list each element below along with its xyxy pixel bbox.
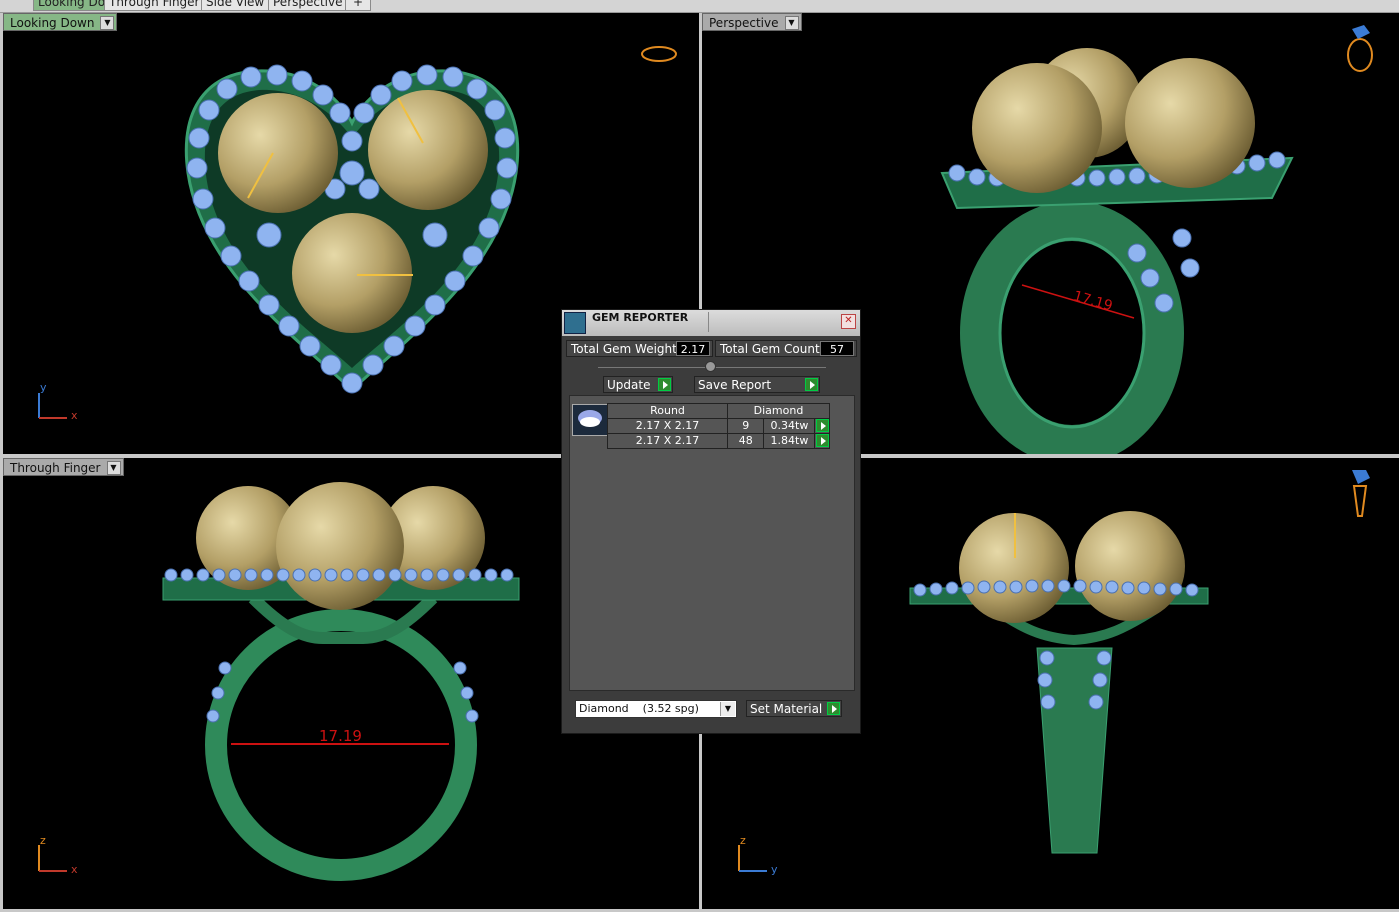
ring-orientation-icon	[1347, 38, 1373, 72]
gem-size: 2.17 X 2.17	[607, 433, 728, 449]
round-gem-icon	[572, 404, 608, 436]
header-shape: Round	[607, 403, 728, 419]
play-icon	[805, 378, 818, 391]
table-row[interactable]: 2.17 X 2.17 9 0.34tw	[607, 418, 830, 434]
tab-side-view[interactable]: Side View	[201, 0, 270, 11]
play-icon	[827, 702, 840, 715]
dimension-label: 17.19	[319, 727, 362, 745]
close-icon[interactable]: ✕	[841, 314, 856, 329]
chevron-down-icon[interactable]: ▼	[784, 16, 799, 30]
viewport-label-through-finger[interactable]: Through Finger ▼	[3, 458, 124, 476]
header-gem-type: Diamond	[727, 403, 830, 419]
tab-perspective[interactable]: Perspective	[268, 0, 348, 11]
dialog-title-bar[interactable]: GEM REPORTER ✕	[562, 310, 860, 336]
axis-y-label: y	[771, 863, 778, 876]
dialog-title: GEM REPORTER	[592, 311, 689, 324]
view-tab-bar: Looking Down Through Finger Side View Pe…	[0, 0, 1399, 13]
gem-table: Round Diamond 2.17 X 2.17 9 0.34tw 2.17 …	[607, 403, 830, 449]
row-go-button[interactable]	[814, 433, 830, 449]
axis-z-label: z	[740, 834, 746, 847]
add-tab-button[interactable]: +	[345, 0, 371, 11]
row-go-button[interactable]	[814, 418, 830, 434]
total-gem-count-value: 57	[820, 341, 854, 356]
gem-weight: 0.34tw	[763, 418, 816, 434]
axis-y-label: y	[40, 381, 47, 394]
tab-through-finger[interactable]: Through Finger	[104, 0, 205, 11]
material-select[interactable]: Diamond (3.52 spg) ▼	[575, 700, 737, 718]
gem-reporter-dialog: GEM REPORTER ✕ Total Gem Weight 2.17 Tot…	[561, 309, 861, 734]
axis-x-label: x	[71, 409, 78, 422]
play-icon	[816, 434, 829, 447]
ring-orientation-icon	[1352, 485, 1368, 517]
collapse-knob[interactable]	[705, 361, 716, 372]
axis-x-label: x	[71, 863, 78, 876]
total-gem-weight-value: 2.17	[676, 341, 710, 356]
gem-reporter-icon	[564, 312, 586, 334]
gem-count: 9	[726, 418, 765, 434]
chevron-down-icon[interactable]: ▼	[100, 16, 115, 30]
viewport-label-looking-down[interactable]: Looking Down ▼	[3, 13, 118, 31]
play-icon	[816, 419, 829, 432]
dimension-label: 17.19	[1071, 288, 1114, 314]
play-icon	[658, 378, 671, 391]
chevron-down-icon[interactable]: ▼	[106, 461, 121, 475]
gem-count: 48	[726, 433, 765, 449]
gem-size: 2.17 X 2.17	[607, 418, 728, 434]
viewport-label-perspective[interactable]: Perspective ▼	[702, 13, 802, 31]
ring-orientation-icon	[641, 46, 677, 62]
set-material-button[interactable]: Set Material	[746, 700, 842, 717]
save-report-button[interactable]: Save Report	[694, 376, 820, 393]
table-row[interactable]: 2.17 X 2.17 48 1.84tw	[607, 433, 830, 449]
gem-weight: 1.84tw	[763, 433, 816, 449]
gem-list: Round Diamond 2.17 X 2.17 9 0.34tw 2.17 …	[569, 395, 855, 691]
axis-z-label: z	[40, 834, 46, 847]
chevron-down-icon[interactable]: ▼	[720, 702, 735, 716]
update-button[interactable]: Update	[603, 376, 673, 393]
